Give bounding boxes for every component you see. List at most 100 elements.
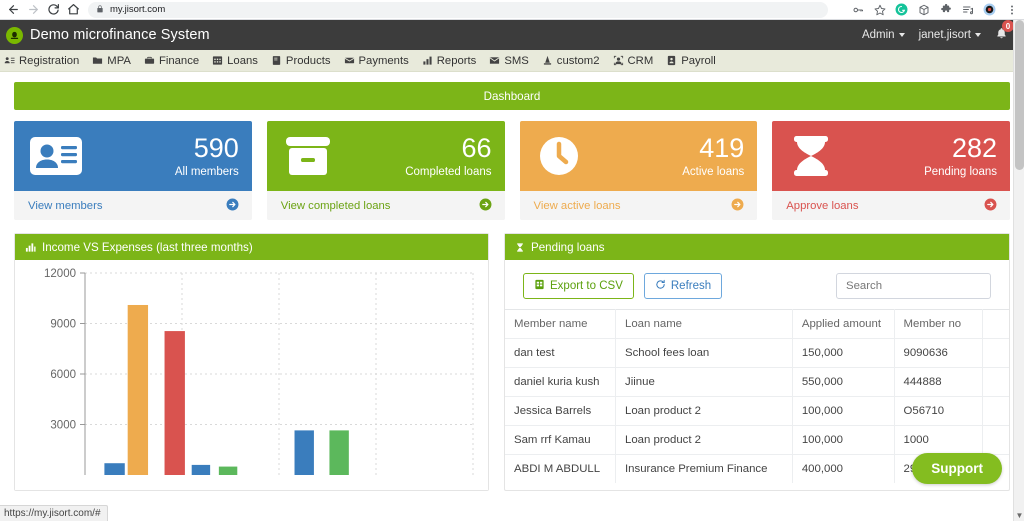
grammarly-icon[interactable] bbox=[895, 3, 908, 16]
column-header-loan-name[interactable]: Loan name bbox=[615, 309, 793, 339]
export-csv-button[interactable]: Export to CSV bbox=[523, 273, 634, 299]
cell-loan-name: Jiinue bbox=[615, 367, 793, 397]
table-row[interactable]: daniel kuria kush Jiinue 550,000 444888 bbox=[505, 367, 1009, 397]
dashboard-content: Dashboard 590 All members View members 6… bbox=[0, 82, 1024, 491]
nav-item-mpa[interactable]: MPA bbox=[92, 55, 131, 67]
forward-icon[interactable] bbox=[24, 1, 42, 19]
bar-chart-icon bbox=[422, 55, 433, 66]
nav-label: Payments bbox=[358, 54, 409, 67]
cell-applied-amount: 550,000 bbox=[792, 367, 895, 397]
back-icon[interactable] bbox=[4, 1, 22, 19]
profile-avatar-icon[interactable] bbox=[983, 3, 996, 16]
envelope-icon bbox=[489, 55, 500, 66]
address-bar[interactable]: my.jisort.com bbox=[88, 1, 828, 18]
stat-card-link-row[interactable]: View members bbox=[14, 191, 252, 220]
stat-cards-row: 590 All members View members 66 Complete… bbox=[14, 121, 1010, 220]
stat-label: All members bbox=[174, 165, 239, 178]
stat-card-top: 590 All members bbox=[14, 121, 252, 191]
id-card-icon bbox=[28, 133, 86, 179]
support-button[interactable]: Support bbox=[912, 453, 1002, 484]
reload-icon[interactable] bbox=[44, 1, 62, 19]
stat-label: Active loans bbox=[682, 165, 745, 178]
nav-label: Payroll bbox=[681, 54, 716, 67]
stat-card-completed-loans[interactable]: 66 Completed loans View completed loans bbox=[266, 121, 505, 220]
nav-item-finance[interactable]: Finance bbox=[144, 55, 199, 67]
stat-value: 282 bbox=[951, 133, 997, 164]
column-header-applied-amount[interactable]: Applied amount bbox=[792, 309, 895, 339]
stat-card-link-label: View completed loans bbox=[280, 199, 391, 212]
cell-spacer bbox=[982, 425, 1009, 455]
nav-item-registration[interactable]: Registration bbox=[4, 55, 79, 67]
cell-loan-name: Loan product 2 bbox=[615, 396, 793, 426]
table-header-row: Member name Loan name Applied amount Mem… bbox=[505, 309, 1009, 339]
cell-applied-amount: 100,000 bbox=[792, 396, 895, 426]
cell-member-no: O56710 bbox=[894, 396, 983, 426]
stat-card-link-row[interactable]: Approve loans bbox=[772, 191, 1010, 220]
browser-toolbar-icons bbox=[851, 3, 1024, 16]
cell-loan-name: Insurance Premium Finance bbox=[615, 454, 793, 483]
table-row[interactable]: dan test School fees loan 150,000 909063… bbox=[505, 338, 1009, 368]
chrome-menu-icon[interactable] bbox=[1005, 3, 1018, 16]
arrow-right-circle-icon bbox=[984, 198, 997, 214]
scrollbar-thumb[interactable] bbox=[1015, 20, 1024, 170]
column-header-member-no[interactable]: Member no bbox=[894, 309, 983, 339]
refresh-icon bbox=[655, 279, 666, 293]
table-row[interactable]: Sam rrf Kamau Loan product 2 100,000 100… bbox=[505, 425, 1009, 455]
registration-card-icon bbox=[4, 55, 15, 66]
home-icon[interactable] bbox=[64, 1, 82, 19]
nav-item-payments[interactable]: Payments bbox=[344, 55, 409, 67]
browser-toolbar: my.jisort.com bbox=[0, 0, 1024, 20]
svg-text:9000: 9000 bbox=[50, 319, 76, 331]
stat-card-all-members[interactable]: 590 All members View members bbox=[14, 121, 252, 220]
chevron-down-icon bbox=[975, 33, 981, 37]
stat-label: Pending loans bbox=[924, 165, 997, 178]
reading-list-icon[interactable] bbox=[961, 3, 974, 16]
stat-card-active-loans[interactable]: 419 Active loans View active loans bbox=[519, 121, 758, 220]
income-expenses-panel: Income VS Expenses (last three months) 3… bbox=[14, 233, 489, 491]
column-header-member-name[interactable]: Member name bbox=[505, 309, 617, 339]
cell-loan-name: School fees loan bbox=[615, 338, 793, 368]
chevron-down-icon bbox=[898, 33, 905, 37]
jisort-logo-icon bbox=[6, 26, 23, 44]
stat-card-top: 282 Pending loans bbox=[772, 121, 1010, 191]
notifications-button[interactable]: 0 bbox=[995, 20, 1014, 43]
nav-item-loans[interactable]: Loans bbox=[212, 55, 258, 67]
user-menu[interactable]: janet.jisort bbox=[919, 29, 981, 41]
nav-item-crm[interactable]: CRM bbox=[613, 55, 653, 67]
nav-item-custom2[interactable]: custom2 bbox=[542, 55, 600, 67]
search-input[interactable]: Search bbox=[836, 273, 991, 299]
admin-menu[interactable]: Admin bbox=[862, 29, 905, 41]
user-menu-label: janet.jisort bbox=[918, 29, 971, 41]
page-scrollbar[interactable]: ▼ bbox=[1013, 20, 1024, 521]
dashboard-banner: Dashboard bbox=[14, 82, 1010, 110]
stat-card-link-row[interactable]: View active loans bbox=[519, 191, 758, 220]
stat-card-pending-loans[interactable]: 282 Pending loans Approve loans bbox=[772, 121, 1010, 220]
cube-icon[interactable] bbox=[917, 3, 930, 16]
nav-item-sms[interactable]: SMS bbox=[489, 55, 529, 67]
folder-icon bbox=[92, 55, 103, 66]
scroll-down-arrow-icon[interactable]: ▼ bbox=[1014, 510, 1024, 521]
extensions-puzzle-icon[interactable] bbox=[939, 3, 952, 16]
nav-label: MPA bbox=[107, 54, 131, 67]
stat-card-values: 419 Active loans bbox=[682, 134, 745, 178]
panel-title: Pending loans bbox=[531, 240, 605, 254]
panel-header: Income VS Expenses (last three months) bbox=[15, 234, 488, 260]
table-row[interactable]: Jessica Barrels Loan product 2 100,000 O… bbox=[505, 396, 1009, 426]
star-icon[interactable] bbox=[873, 3, 886, 16]
nav-label: Reports bbox=[436, 54, 477, 67]
search-placeholder: Search bbox=[846, 280, 883, 292]
nav-item-products[interactable]: Products bbox=[271, 55, 331, 67]
address-bar-url: my.jisort.com bbox=[110, 4, 166, 15]
brand[interactable]: Demo microfinance System bbox=[6, 26, 210, 44]
refresh-label: Refresh bbox=[670, 280, 712, 292]
key-icon[interactable] bbox=[851, 3, 864, 16]
browser-nav-buttons bbox=[0, 1, 82, 19]
arrow-right-circle-icon bbox=[226, 198, 239, 214]
cell-member-no: 1000 bbox=[894, 425, 983, 455]
cell-member-name: dan test bbox=[505, 338, 617, 368]
stat-card-link-row[interactable]: View completed loans bbox=[266, 191, 505, 220]
nav-item-reports[interactable]: Reports bbox=[422, 54, 477, 67]
nav-item-payroll[interactable]: Payroll bbox=[666, 55, 716, 67]
refresh-button[interactable]: Refresh bbox=[643, 273, 723, 299]
cell-member-name: ABDI M ABDULL bbox=[505, 454, 617, 483]
